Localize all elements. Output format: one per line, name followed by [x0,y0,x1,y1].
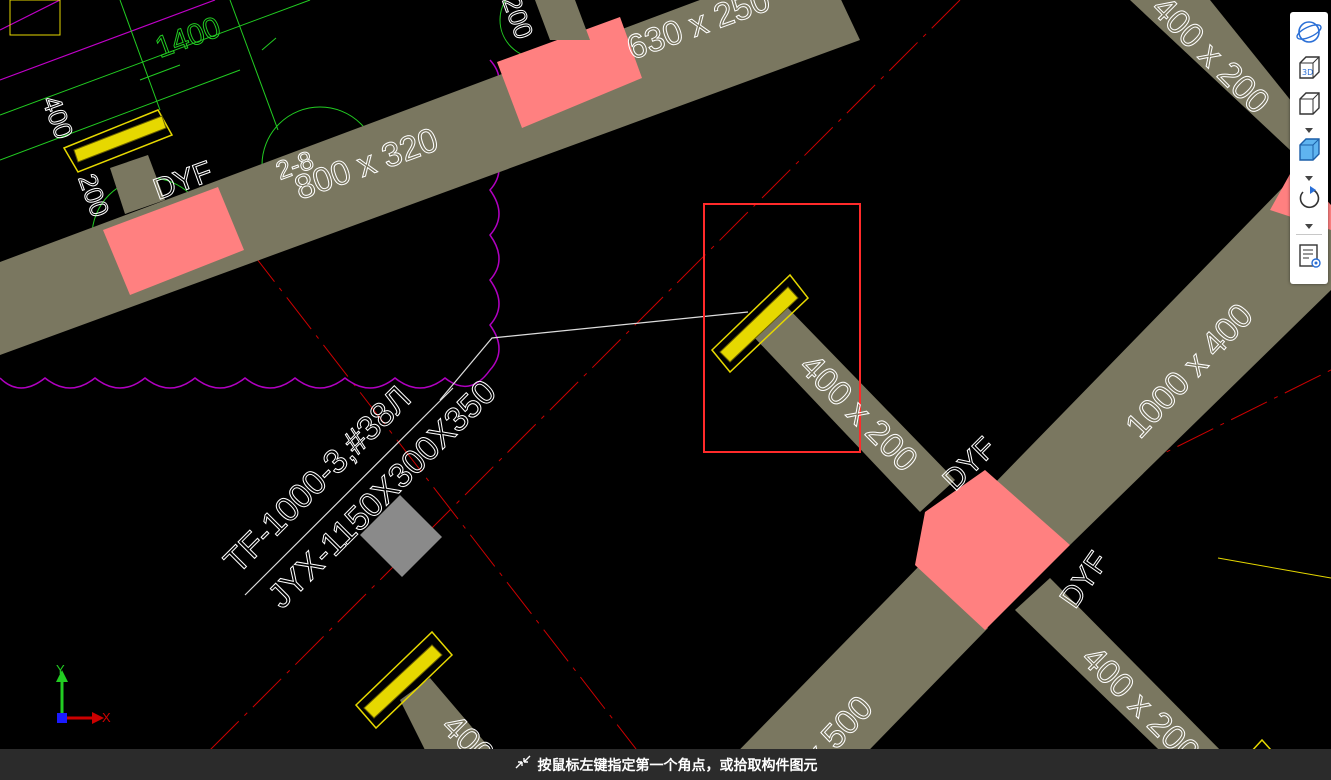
dim-200-left: 200 [72,170,115,221]
diffuser-top-left[interactable] [62,109,174,173]
dimension-1400: 1400 [151,11,225,65]
box-view-icon[interactable] [1295,90,1323,118]
dim-200-top: 200 [496,0,539,43]
status-prompt-container: 按鼠标左键指定第一个角点，或拾取构件图元 [0,749,1331,780]
status-prompt-text: 按鼠标左键指定第一个角点，或拾取构件图元 [537,758,818,774]
toolbar-separator [1296,234,1322,235]
rotate-icon[interactable] [1295,184,1323,212]
rotate-dropdown-icon[interactable] [1302,218,1316,229]
yellow-leader-line [1217,557,1331,579]
ucs-axis-indicator: Y X [48,662,118,732]
3d-view-icon[interactable]: 3D [1295,54,1323,82]
select-cursor-icon [514,749,532,780]
properties-icon[interactable] [1295,242,1323,270]
view-toolbar: 3D [1290,12,1328,284]
svg-text:3D: 3D [1302,68,1313,77]
command-status-bar: 按鼠标左键指定第一个角点，或拾取构件图元 [0,749,1331,780]
dim-400-left: 400 [36,92,79,143]
box-view-dropdown-icon[interactable] [1302,122,1316,133]
cad-drawing-canvas[interactable]: 1400 400 200 200 800 x 320 2-8 630 x 250… [0,0,1331,780]
duct-label-selected: 400 x 200 [792,347,924,479]
duct-large[interactable] [990,180,1331,545]
orbit-icon[interactable] [1295,18,1323,46]
leader-underline [244,387,454,596]
axis-x-label: X [102,710,111,725]
shaded-dropdown-icon[interactable] [1302,170,1316,181]
shaded-box-icon[interactable] [1295,136,1323,164]
axis-y-label: Y [56,662,65,677]
duct-branch-top[interactable] [535,0,590,40]
